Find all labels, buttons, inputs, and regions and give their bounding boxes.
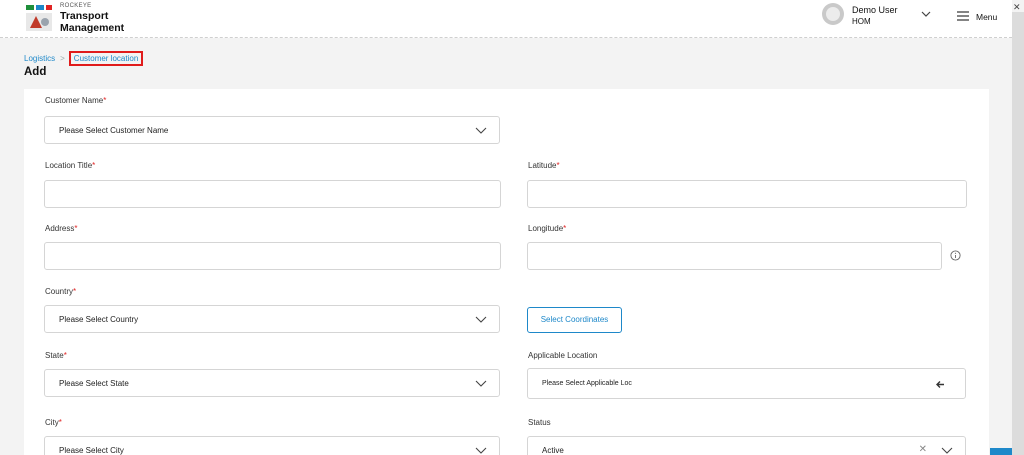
required-mark: * [556, 161, 560, 170]
customer-name-label: Customer Name* [45, 96, 106, 105]
location-title-input[interactable] [44, 180, 501, 208]
avatar-icon[interactable] [822, 3, 844, 25]
state-label: State* [45, 351, 67, 360]
location-title-label-text: Location Title [45, 161, 93, 170]
city-value: Please Select City [59, 446, 124, 455]
required-mark: * [74, 224, 78, 233]
menu-icon[interactable] [956, 11, 970, 21]
longitude-label-text: Longitude [528, 224, 564, 233]
required-mark: * [563, 224, 567, 233]
country-label: Country* [45, 287, 76, 296]
longitude-label: Longitude* [528, 224, 566, 233]
city-label-text: City [45, 418, 59, 427]
applicable-location-label: Applicable Location [528, 351, 598, 360]
vertical-scrollbar[interactable] [1012, 12, 1024, 455]
address-input[interactable] [44, 242, 501, 270]
longitude-input[interactable] [527, 242, 942, 270]
select-coordinates-button[interactable]: Select Coordinates [527, 307, 622, 333]
chevron-down-icon [475, 316, 487, 323]
chevron-down-icon [475, 380, 487, 387]
location-title-label: Location Title* [45, 161, 95, 170]
city-label: City* [45, 418, 62, 427]
customer-name-label-text: Customer Name [45, 96, 104, 105]
arrow-left-icon[interactable] [935, 380, 945, 389]
chevron-down-icon [475, 447, 487, 454]
customer-name-select[interactable]: Please Select Customer Name [44, 116, 500, 144]
brand-title-line1: Transport [60, 10, 109, 22]
state-label-text: State [45, 351, 64, 360]
brand-small: ROCKEYE [60, 3, 92, 9]
required-mark: * [103, 96, 107, 105]
status-label: Status [528, 418, 551, 427]
brand-title-line2: Management [60, 22, 125, 34]
latitude-label-text: Latitude [528, 161, 557, 170]
clear-icon[interactable]: ✕ [919, 444, 927, 455]
breadcrumb-customer-location[interactable]: Customer location [68, 51, 144, 66]
customer-name-value: Please Select Customer Name [59, 126, 169, 135]
breadcrumb-logistics[interactable]: Logistics [24, 54, 55, 63]
top-header: ROCKEYE Transport Management Demo User H… [0, 0, 1012, 38]
page-title: Add [24, 66, 47, 78]
country-select[interactable]: Please Select Country [44, 305, 500, 333]
status-select[interactable]: Active ✕ [527, 436, 966, 455]
address-label: Address* [45, 224, 77, 233]
breadcrumb: Logistics > Customer location [24, 51, 144, 66]
side-tab[interactable] [990, 448, 1012, 455]
applicable-location-select[interactable]: Please Select Applicable Loc [527, 368, 966, 399]
chevron-down-icon [475, 127, 487, 134]
chevron-down-icon [941, 447, 953, 454]
logo-icon [24, 4, 54, 34]
city-select[interactable]: Please Select City [44, 436, 500, 455]
user-role: HOM [852, 17, 871, 26]
required-mark: * [73, 287, 77, 296]
country-value: Please Select Country [59, 315, 139, 324]
breadcrumb-separator: > [60, 54, 65, 63]
menu-button[interactable]: Menu [976, 12, 997, 22]
applicable-location-value: Please Select Applicable Loc [542, 380, 632, 387]
user-name: Demo User [852, 5, 898, 15]
required-mark: * [58, 418, 62, 427]
latitude-input[interactable] [527, 180, 967, 208]
status-value: Active [542, 446, 564, 455]
state-select[interactable]: Please Select State [44, 369, 500, 397]
address-label-text: Address [45, 224, 75, 233]
required-mark: * [63, 351, 67, 360]
latitude-label: Latitude* [528, 161, 560, 170]
required-mark: * [92, 161, 96, 170]
state-value: Please Select State [59, 379, 129, 388]
country-label-text: Country [45, 287, 74, 296]
chevron-down-icon[interactable] [920, 9, 932, 19]
info-icon[interactable] [950, 250, 961, 261]
